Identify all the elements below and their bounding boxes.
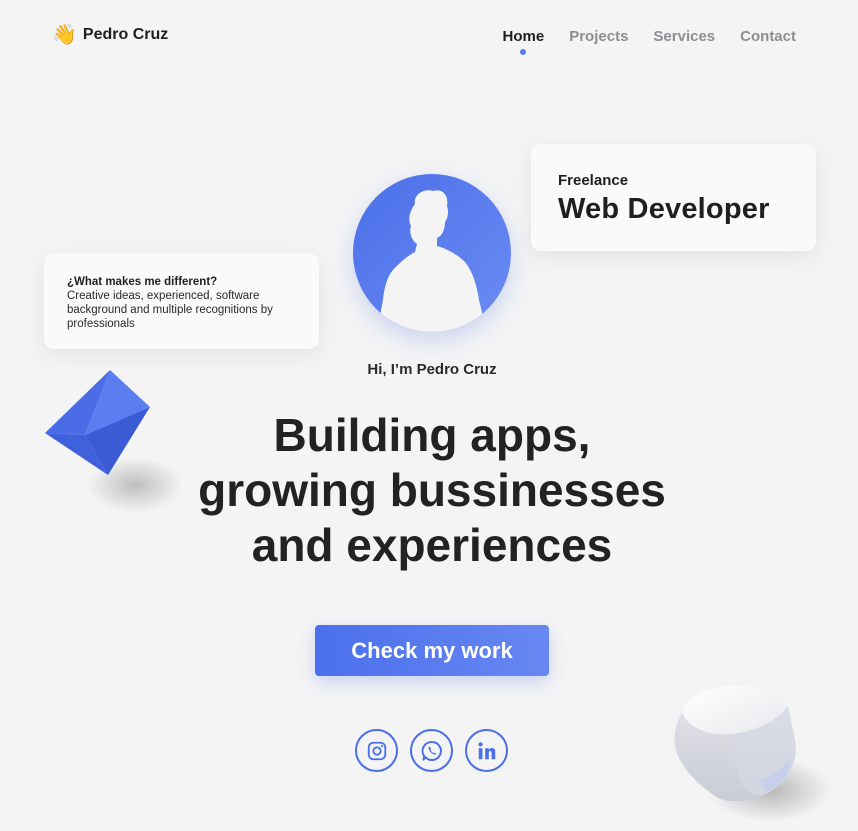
active-indicator-dot (520, 49, 527, 55)
nav-home[interactable]: Home (502, 28, 545, 55)
social-links (355, 729, 508, 772)
difference-question: ¿What makes me different? (67, 276, 218, 288)
difference-answer: Creative ideas, experienced, software ba… (67, 290, 273, 330)
cube-shape (674, 685, 832, 822)
whatsapp-link[interactable] (410, 729, 453, 772)
nav-services[interactable]: Services (653, 28, 715, 45)
avatar (353, 174, 511, 332)
instagram-link[interactable] (355, 729, 398, 772)
octahedron-shape (45, 370, 183, 513)
nav-projects-label: Projects (569, 28, 629, 45)
linkedin-icon (477, 741, 495, 759)
check-my-work-button[interactable]: Check my work (315, 625, 549, 676)
logo[interactable]: 👋 Pedro Cruz (52, 25, 168, 45)
nav-home-label: Home (502, 28, 545, 45)
waving-hand-icon: 👋 (52, 24, 77, 46)
person-silhouette-icon (377, 190, 487, 332)
nav-projects[interactable]: Projects (569, 28, 628, 45)
linkedin-link[interactable] (465, 729, 508, 772)
difference-card: ¿What makes me different? Creative ideas… (44, 253, 319, 349)
logo-text: Pedro Cruz (82, 26, 169, 43)
nav-contact-label: Contact (740, 28, 796, 45)
headline-line-3: and experiences (251, 519, 613, 571)
main-nav: Home Projects Services Contact (502, 28, 796, 55)
whatsapp-icon (421, 740, 442, 761)
nav-services-label: Services (653, 28, 716, 45)
freelance-card: Freelance Web Developer (531, 144, 816, 251)
freelance-label: Freelance (558, 172, 629, 189)
instagram-icon (367, 741, 386, 760)
role-title: Web Developer (558, 193, 770, 225)
nav-contact[interactable]: Contact (740, 28, 796, 45)
